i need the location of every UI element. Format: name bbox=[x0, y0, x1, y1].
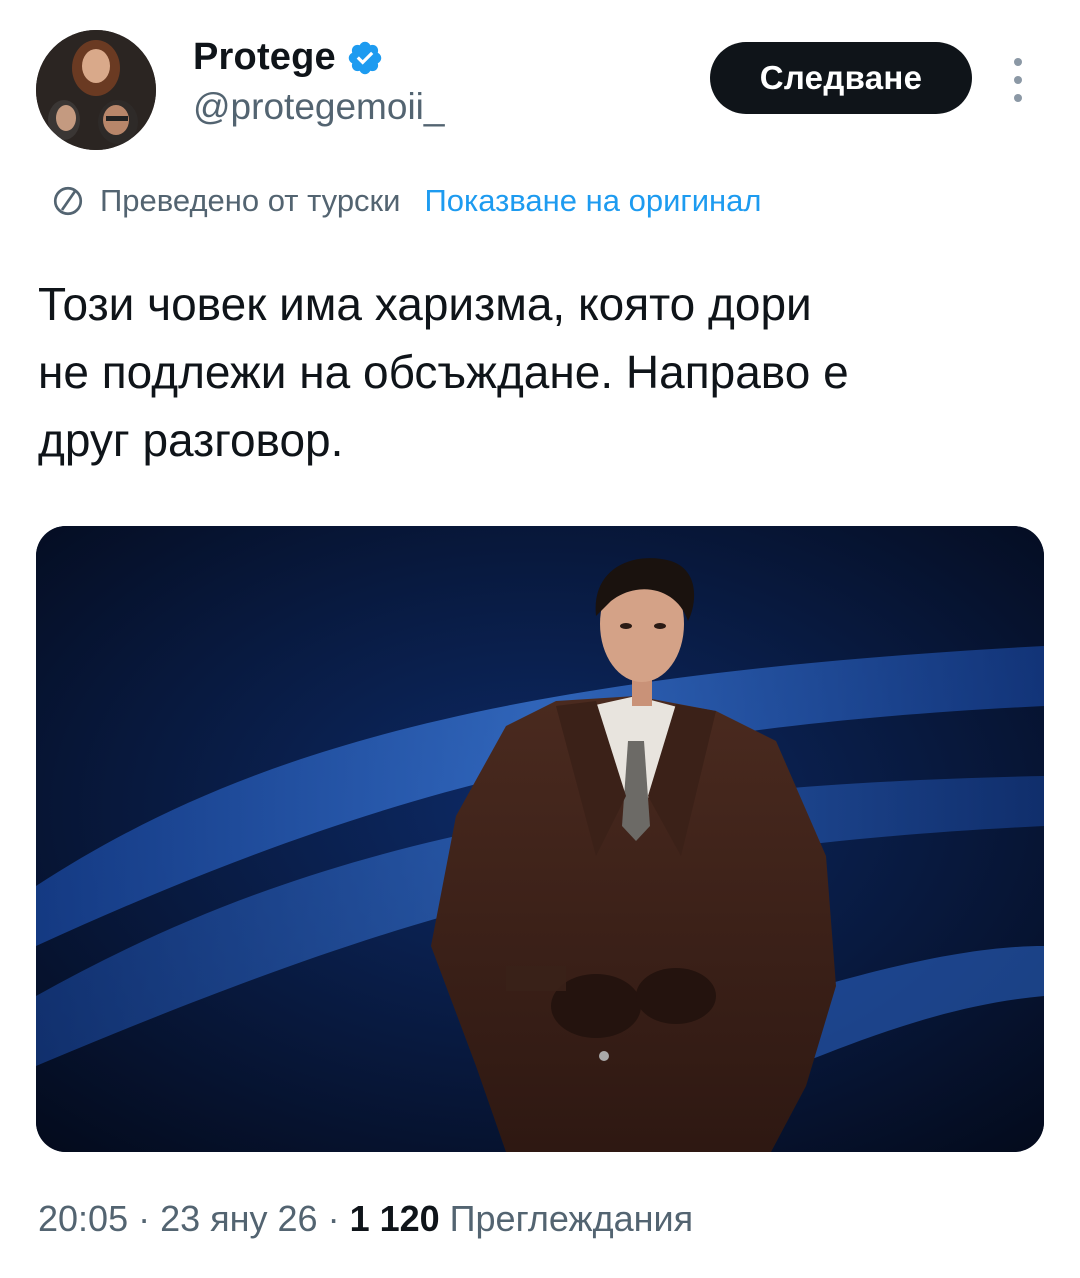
tweet-time[interactable]: 20:05 bbox=[38, 1198, 128, 1240]
tweet-date[interactable]: 23 яну 26 bbox=[160, 1198, 317, 1240]
ellipsis-vertical-icon[interactable] bbox=[1006, 58, 1030, 102]
translated-from-label: Преведено от турски bbox=[100, 183, 401, 218]
author-handle[interactable]: @protegemoii_ bbox=[193, 86, 444, 128]
tweet-text: Този човек има харизма, която дори не под… bbox=[38, 270, 1038, 474]
views-count: 1 120 bbox=[349, 1198, 440, 1239]
author-display-name[interactable]: Protege bbox=[193, 36, 336, 79]
author-name-row[interactable]: Protege bbox=[193, 36, 384, 79]
verified-badge-icon bbox=[348, 41, 382, 74]
globe-icon bbox=[53, 186, 83, 216]
avatar[interactable] bbox=[36, 30, 156, 150]
tweet-photo[interactable] bbox=[36, 526, 1044, 1152]
tweet-line: Този човек има харизма, която дори bbox=[38, 278, 812, 330]
tweet-line: не подлежи на обсъждане. Направо е bbox=[38, 346, 849, 398]
show-original-link[interactable]: Показване на оригинал bbox=[424, 183, 761, 219]
tweet-meta: 20:05 · 23 яну 26 · 1 120 Преглеждания bbox=[38, 1198, 694, 1240]
views-label: Преглеждания bbox=[449, 1198, 694, 1239]
tweet-line: друг разговор. bbox=[38, 414, 344, 466]
follow-button[interactable]: Следване bbox=[710, 42, 972, 114]
translation-bar: Преведено от турски Показване на оригина… bbox=[50, 183, 762, 219]
